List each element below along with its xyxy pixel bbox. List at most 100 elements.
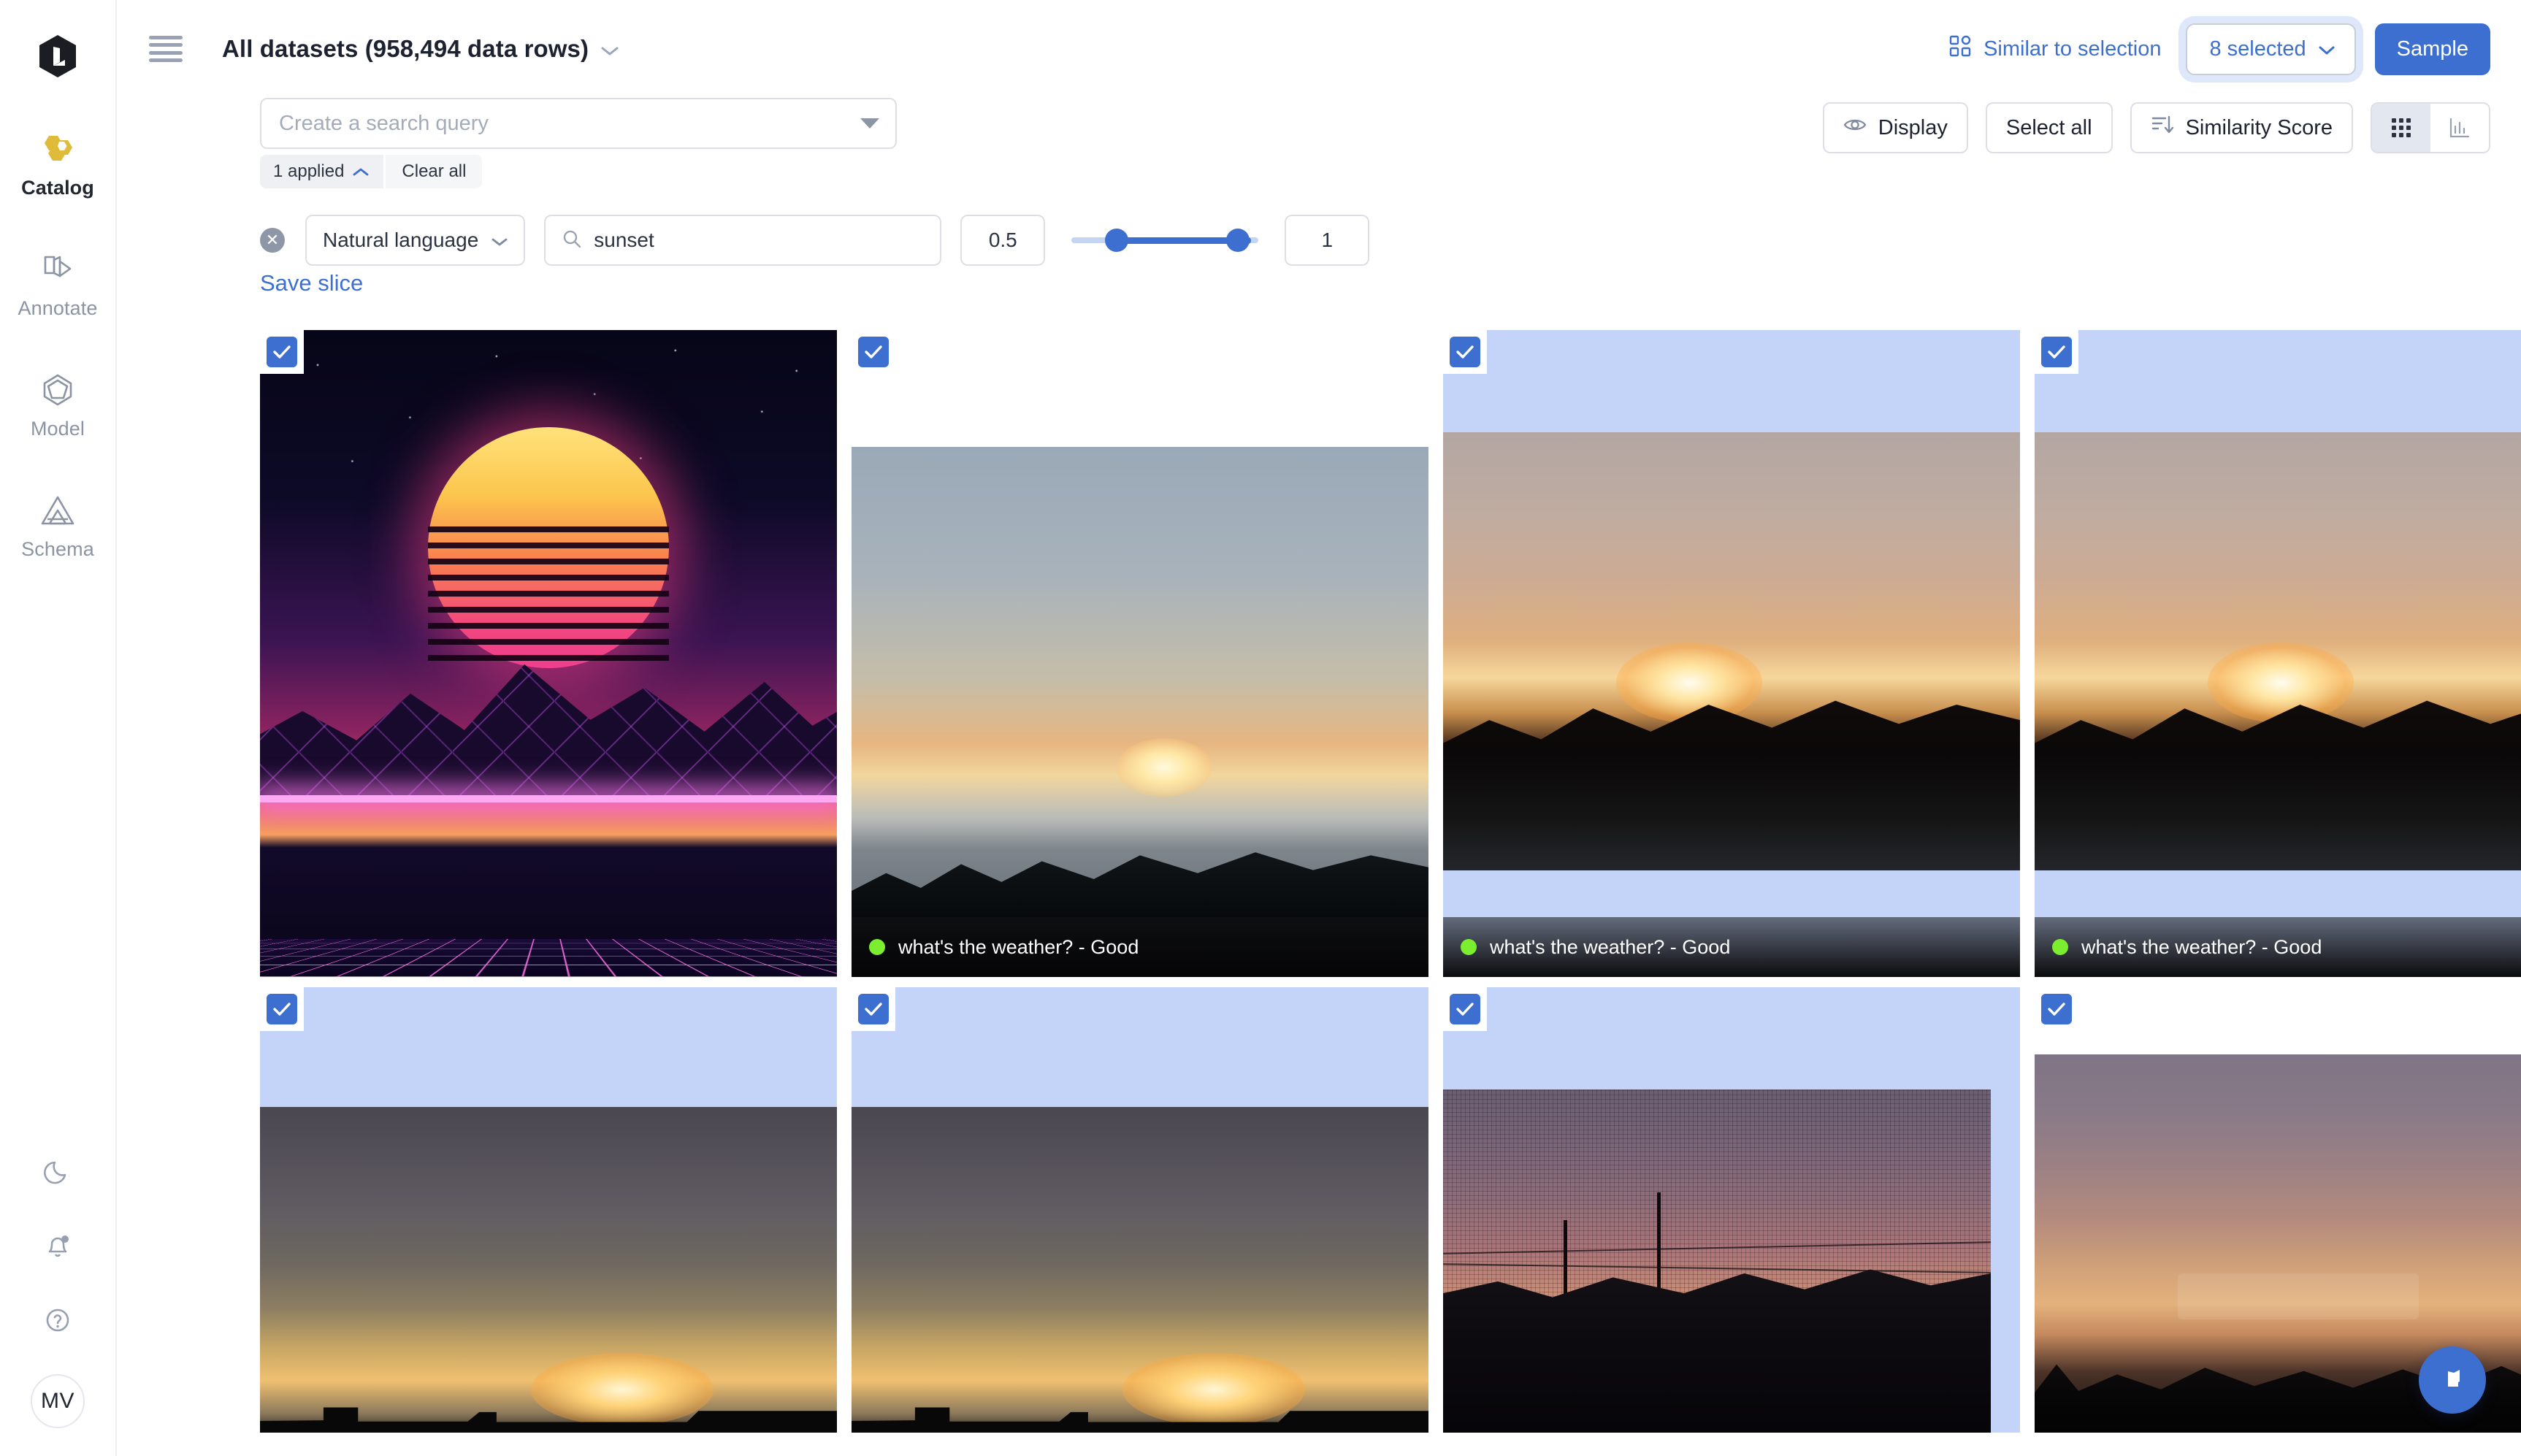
lake-sunset-photo <box>2035 432 2521 870</box>
filter-row: ✕ Natural language 0.5 <box>117 215 2521 266</box>
sidebar-item-label: Catalog <box>21 177 94 199</box>
sidebar-item-annotate[interactable]: Annotate <box>0 233 115 333</box>
similar-grid-icon <box>1948 34 1972 64</box>
similarity-max-input[interactable]: 1 <box>1285 215 1370 266</box>
sample-button[interactable]: Sample <box>2374 23 2490 75</box>
tile-checkbox[interactable] <box>852 330 895 374</box>
grid-tile[interactable] <box>852 987 1428 1433</box>
slider-knob-max[interactable] <box>1226 229 1250 252</box>
status-dot-icon <box>2052 939 2068 955</box>
sort-similarity-button[interactable]: Similarity Score <box>2130 102 2353 153</box>
hamburger-menu-icon[interactable] <box>149 36 183 62</box>
page-title: All datasets (958,494 data rows) <box>222 35 589 62</box>
powerline-dusk-photo <box>1443 1089 1991 1433</box>
schema-triangle-icon <box>37 490 78 531</box>
tile-caption: what's the weather? - Good <box>852 917 1428 977</box>
slider-knob-min[interactable] <box>1105 229 1129 252</box>
grid-tile[interactable]: what's the weather? - Good <box>1443 330 2020 977</box>
results-grid: what's the weather? - Good what's the we… <box>260 330 2521 1433</box>
tile-thumbnail <box>1443 432 2020 870</box>
grid-tile[interactable] <box>260 330 837 977</box>
moon-dark-mode-icon[interactable] <box>37 1151 78 1192</box>
cube-assistant-icon <box>2436 1360 2469 1401</box>
grid-tile[interactable]: what's the weather? - Good <box>2035 330 2521 977</box>
applied-filters-chip[interactable]: 1 applied <box>260 155 384 188</box>
sidebar-item-label: Schema <box>21 538 94 560</box>
checkbox-checked-icon <box>1450 994 1480 1024</box>
chevron-down-icon <box>600 35 619 63</box>
tile-thumbnail <box>260 330 837 977</box>
clear-all-button[interactable]: Clear all <box>386 155 483 188</box>
selected-count-label: 8 selected <box>2209 37 2306 61</box>
tile-thumbnail <box>1443 1089 1991 1433</box>
sun-glow <box>1117 738 1212 797</box>
remove-filter-icon[interactable]: ✕ <box>260 228 285 253</box>
checkbox-checked-icon <box>2041 337 2072 367</box>
tile-letterbox-top <box>2035 987 2521 1054</box>
avatar[interactable]: MV <box>31 1374 85 1428</box>
cloudy-sunset-photo <box>852 1107 1428 1433</box>
search-input[interactable] <box>260 98 897 149</box>
sun-glow <box>2208 643 2354 723</box>
tile-caption-text: what's the weather? - Good <box>1490 935 1731 958</box>
filter-type-select[interactable]: Natural language <box>305 215 526 266</box>
similarity-range-slider[interactable] <box>1071 215 1259 266</box>
display-button[interactable]: Display <box>1822 102 1968 153</box>
tile-checkbox[interactable] <box>2035 987 2078 1031</box>
save-slice-link[interactable]: Save slice <box>260 270 363 296</box>
tile-checkbox[interactable] <box>1443 330 1487 374</box>
search-query-shell: 1 applied Clear all <box>260 98 897 188</box>
bell-notifications-icon[interactable] <box>37 1225 78 1266</box>
grid-tile[interactable]: what's the weather? - Good <box>852 330 1428 977</box>
ocean-sunset-photo <box>852 447 1428 977</box>
selected-count-dropdown[interactable]: 8 selected <box>2186 23 2356 75</box>
horizon-glow <box>260 794 837 802</box>
similar-to-selection-button[interactable]: Similar to selection <box>1948 34 2161 64</box>
brand-logo-icon[interactable] <box>32 31 83 82</box>
filter-type-label: Natural language <box>323 229 479 251</box>
main-content: All datasets (958,494 data rows) Similar… <box>117 0 2521 1456</box>
sidebar-item-label: Model <box>30 418 85 440</box>
caret-down-icon[interactable] <box>860 118 879 129</box>
status-dot-icon <box>1461 939 1477 955</box>
sun-disc <box>428 426 669 668</box>
annotate-layers-icon <box>37 249 78 290</box>
grid-tile[interactable] <box>260 987 837 1433</box>
similarity-min-input[interactable]: 0.5 <box>960 215 1046 266</box>
tile-caption-text: what's the weather? - Good <box>2081 935 2322 958</box>
filter-query-field[interactable] <box>544 215 942 266</box>
sun-glow <box>1122 1353 1306 1427</box>
tile-thumbnail <box>260 1107 837 1433</box>
question-help-icon[interactable] <box>37 1300 78 1341</box>
tile-checkbox[interactable] <box>260 330 304 374</box>
tile-checkbox[interactable] <box>852 987 895 1031</box>
tile-checkbox[interactable] <box>2035 330 2078 374</box>
tile-checkbox[interactable] <box>260 987 304 1031</box>
dataset-selector[interactable]: All datasets (958,494 data rows) <box>222 35 619 63</box>
sun-glow <box>1616 643 1762 723</box>
tile-caption: what's the weather? - Good <box>2035 917 2521 977</box>
select-all-label: Select all <box>2005 115 2092 139</box>
rail-utility-group: MV <box>0 1151 115 1428</box>
filter-query-input[interactable] <box>594 229 925 252</box>
grid-tile[interactable] <box>1443 987 2020 1433</box>
tile-caption: what's the weather? - Good <box>1443 917 2020 977</box>
top-bar: All datasets (958,494 data rows) Similar… <box>117 0 2521 98</box>
chart-view-icon[interactable] <box>2430 104 2489 152</box>
grid-view-icon[interactable] <box>2372 104 2430 152</box>
tile-letterbox-top <box>852 330 1428 447</box>
sort-label: Similarity Score <box>2185 115 2333 139</box>
chevron-down-icon <box>491 229 508 252</box>
similar-to-selection-label: Similar to selection <box>1983 37 2162 61</box>
select-all-button[interactable]: Select all <box>1985 102 2113 153</box>
checkbox-checked-icon <box>2041 994 2072 1024</box>
sort-descending-icon <box>2151 114 2174 142</box>
sidebar-item-model[interactable]: Model <box>0 353 115 453</box>
left-nav-rail: Catalog Annotate Model Schema MV <box>0 0 117 1456</box>
checkbox-checked-icon <box>858 337 889 367</box>
sidebar-item-catalog[interactable]: Catalog <box>0 112 115 212</box>
tile-checkbox[interactable] <box>1443 987 1487 1031</box>
applied-filters-label: 1 applied <box>273 161 345 181</box>
assistant-fab-button[interactable] <box>2419 1346 2486 1414</box>
sidebar-item-schema[interactable]: Schema <box>0 474 115 574</box>
